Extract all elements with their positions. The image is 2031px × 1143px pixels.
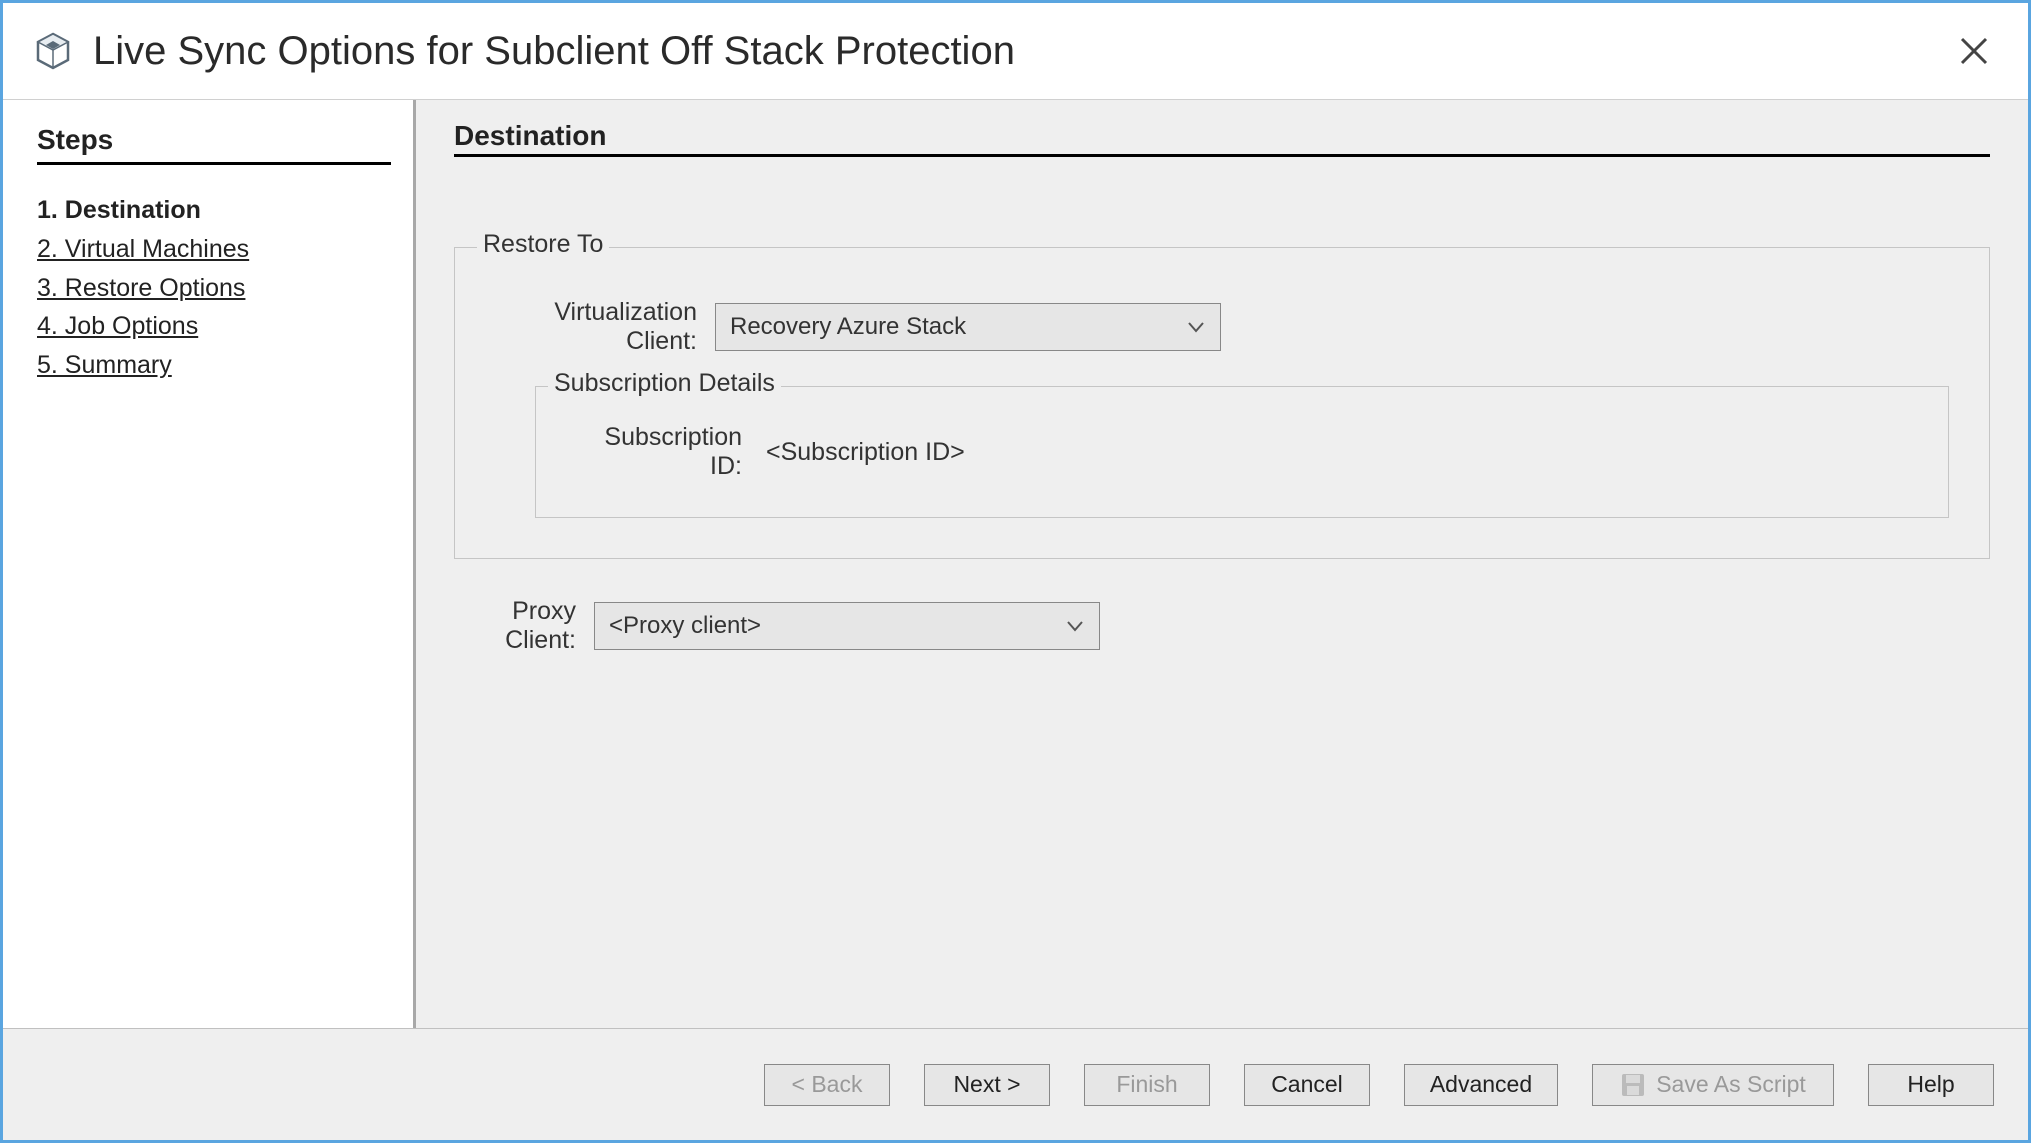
body: Steps 1. Destination 2. Virtual Machines… [3, 99, 2028, 1028]
advanced-button[interactable]: Advanced [1404, 1064, 1558, 1106]
step-destination: 1. Destination [37, 191, 379, 230]
restore-to-legend: Restore To [477, 230, 609, 259]
help-button[interactable]: Help [1868, 1064, 1994, 1106]
step-restore-options[interactable]: 3. Restore Options [37, 269, 379, 308]
save-as-script-button: Save As Script [1592, 1064, 1834, 1106]
subscription-details-legend: Subscription Details [548, 369, 781, 398]
subscription-id-row: Subscription ID: <Subscription ID> [566, 423, 1918, 481]
steps-heading: Steps [37, 124, 391, 165]
restore-to-group: Restore To Virtualization Client: Recove… [454, 247, 1990, 559]
next-button[interactable]: Next > [924, 1064, 1050, 1106]
virtualization-client-label: Virtualization Client: [495, 298, 715, 356]
subscription-id-value: <Subscription ID> [766, 438, 965, 467]
step-summary[interactable]: 5. Summary [37, 346, 379, 385]
back-button: < Back [764, 1064, 890, 1106]
subscription-details-group: Subscription Details Subscription ID: <S… [535, 386, 1949, 518]
proxy-client-label: Proxy Client: [444, 597, 594, 655]
virtualization-client-row: Virtualization Client: Recovery Azure St… [495, 298, 1949, 356]
step-virtual-machines[interactable]: 2. Virtual Machines [37, 230, 379, 269]
chevron-down-icon [1065, 616, 1085, 636]
save-as-script-label: Save As Script [1656, 1071, 1806, 1098]
proxy-client-dropdown[interactable]: <Proxy client> [594, 602, 1100, 650]
main-panel: Destination Restore To Virtualization Cl… [416, 100, 2028, 1028]
page-heading: Destination [454, 120, 1990, 157]
virtualization-client-value: Recovery Azure Stack [730, 313, 1186, 341]
close-button[interactable] [1950, 27, 1998, 75]
chevron-down-icon [1186, 317, 1206, 337]
save-icon [1620, 1072, 1646, 1098]
close-icon [1958, 35, 1990, 67]
proxy-client-row: Proxy Client: <Proxy client> [454, 597, 1990, 655]
subscription-id-label: Subscription ID: [566, 423, 766, 481]
dialog-window: Live Sync Options for Subclient Off Stac… [0, 0, 2031, 1143]
app-icon [33, 31, 73, 71]
dialog-title: Live Sync Options for Subclient Off Stac… [93, 29, 1950, 74]
footer: < Back Next > Finish Cancel Advanced Sav… [3, 1028, 2028, 1140]
step-job-options[interactable]: 4. Job Options [37, 307, 379, 346]
titlebar: Live Sync Options for Subclient Off Stac… [3, 3, 2028, 99]
proxy-client-value: <Proxy client> [609, 612, 1065, 640]
cancel-button[interactable]: Cancel [1244, 1064, 1370, 1106]
steps-list: 1. Destination 2. Virtual Machines 3. Re… [37, 191, 379, 385]
steps-sidebar: Steps 1. Destination 2. Virtual Machines… [3, 100, 416, 1028]
finish-button: Finish [1084, 1064, 1210, 1106]
virtualization-client-dropdown[interactable]: Recovery Azure Stack [715, 303, 1221, 351]
